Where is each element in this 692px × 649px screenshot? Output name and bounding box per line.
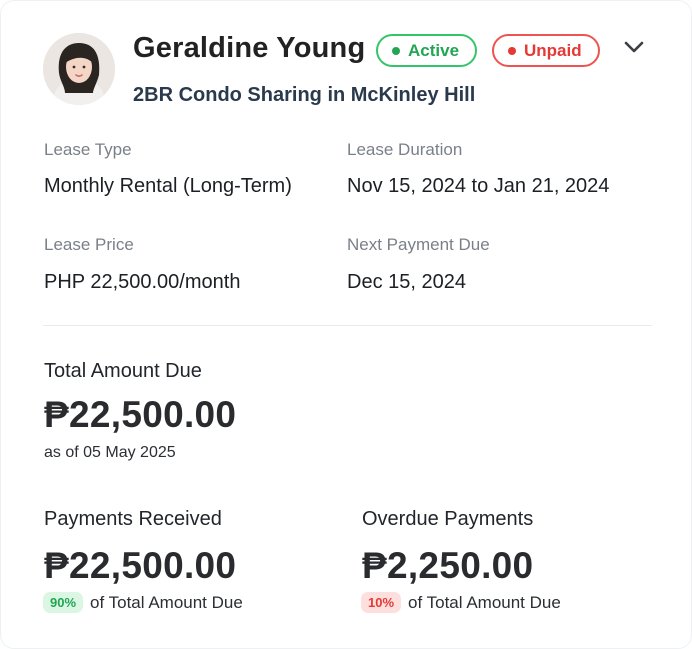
lease-card: Geraldine Young Active Unpaid 2BR Condo … (0, 0, 692, 649)
avatar-image (43, 33, 115, 105)
tenant-name: Geraldine Young (133, 32, 366, 64)
status-badge-label: Unpaid (524, 40, 582, 60)
lease-price-label: Lease Price (44, 235, 134, 254)
status-badge-label: Active (408, 40, 460, 60)
status-badge-active: Active (376, 34, 477, 67)
status-dot-icon (508, 46, 516, 55)
lease-price-value: PHP 22,500.00/month (44, 271, 241, 293)
payments-received-label: Payments Received (44, 508, 222, 530)
divider (43, 325, 652, 326)
next-payment-value: Dec 15, 2024 (347, 271, 466, 293)
overdue-payments-percentage: 10% of Total Amount Due (361, 592, 561, 613)
percentage-caption: of Total Amount Due (90, 592, 243, 612)
overdue-payments-value: ₱2,250.00 (362, 545, 534, 586)
lease-duration-label: Lease Duration (347, 140, 463, 159)
percentage-badge: 90% (43, 592, 84, 613)
percentage-badge: 10% (361, 592, 402, 613)
status-dot-icon (392, 46, 400, 55)
payments-received-percentage: 90% of Total Amount Due (43, 592, 243, 613)
next-payment-label: Next Payment Due (347, 235, 490, 254)
total-amount-value: ₱22,500.00 (44, 394, 237, 435)
overdue-payments-label: Overdue Payments (362, 508, 534, 530)
lease-type-value: Monthly Rental (Long-Term) (44, 175, 292, 197)
lease-duration-value: Nov 15, 2024 to Jan 21, 2024 (347, 175, 610, 197)
as-of-date: as of 05 May 2025 (44, 444, 176, 461)
payments-received-value: ₱22,500.00 (44, 545, 237, 586)
chevron-down-icon[interactable] (621, 37, 647, 57)
lease-type-label: Lease Type (44, 140, 132, 159)
percentage-caption: of Total Amount Due (408, 592, 561, 612)
property-title: 2BR Condo Sharing in McKinley Hill (133, 84, 476, 106)
avatar (43, 33, 115, 105)
status-badge-unpaid: Unpaid (492, 34, 600, 67)
total-amount-label: Total Amount Due (44, 360, 202, 382)
